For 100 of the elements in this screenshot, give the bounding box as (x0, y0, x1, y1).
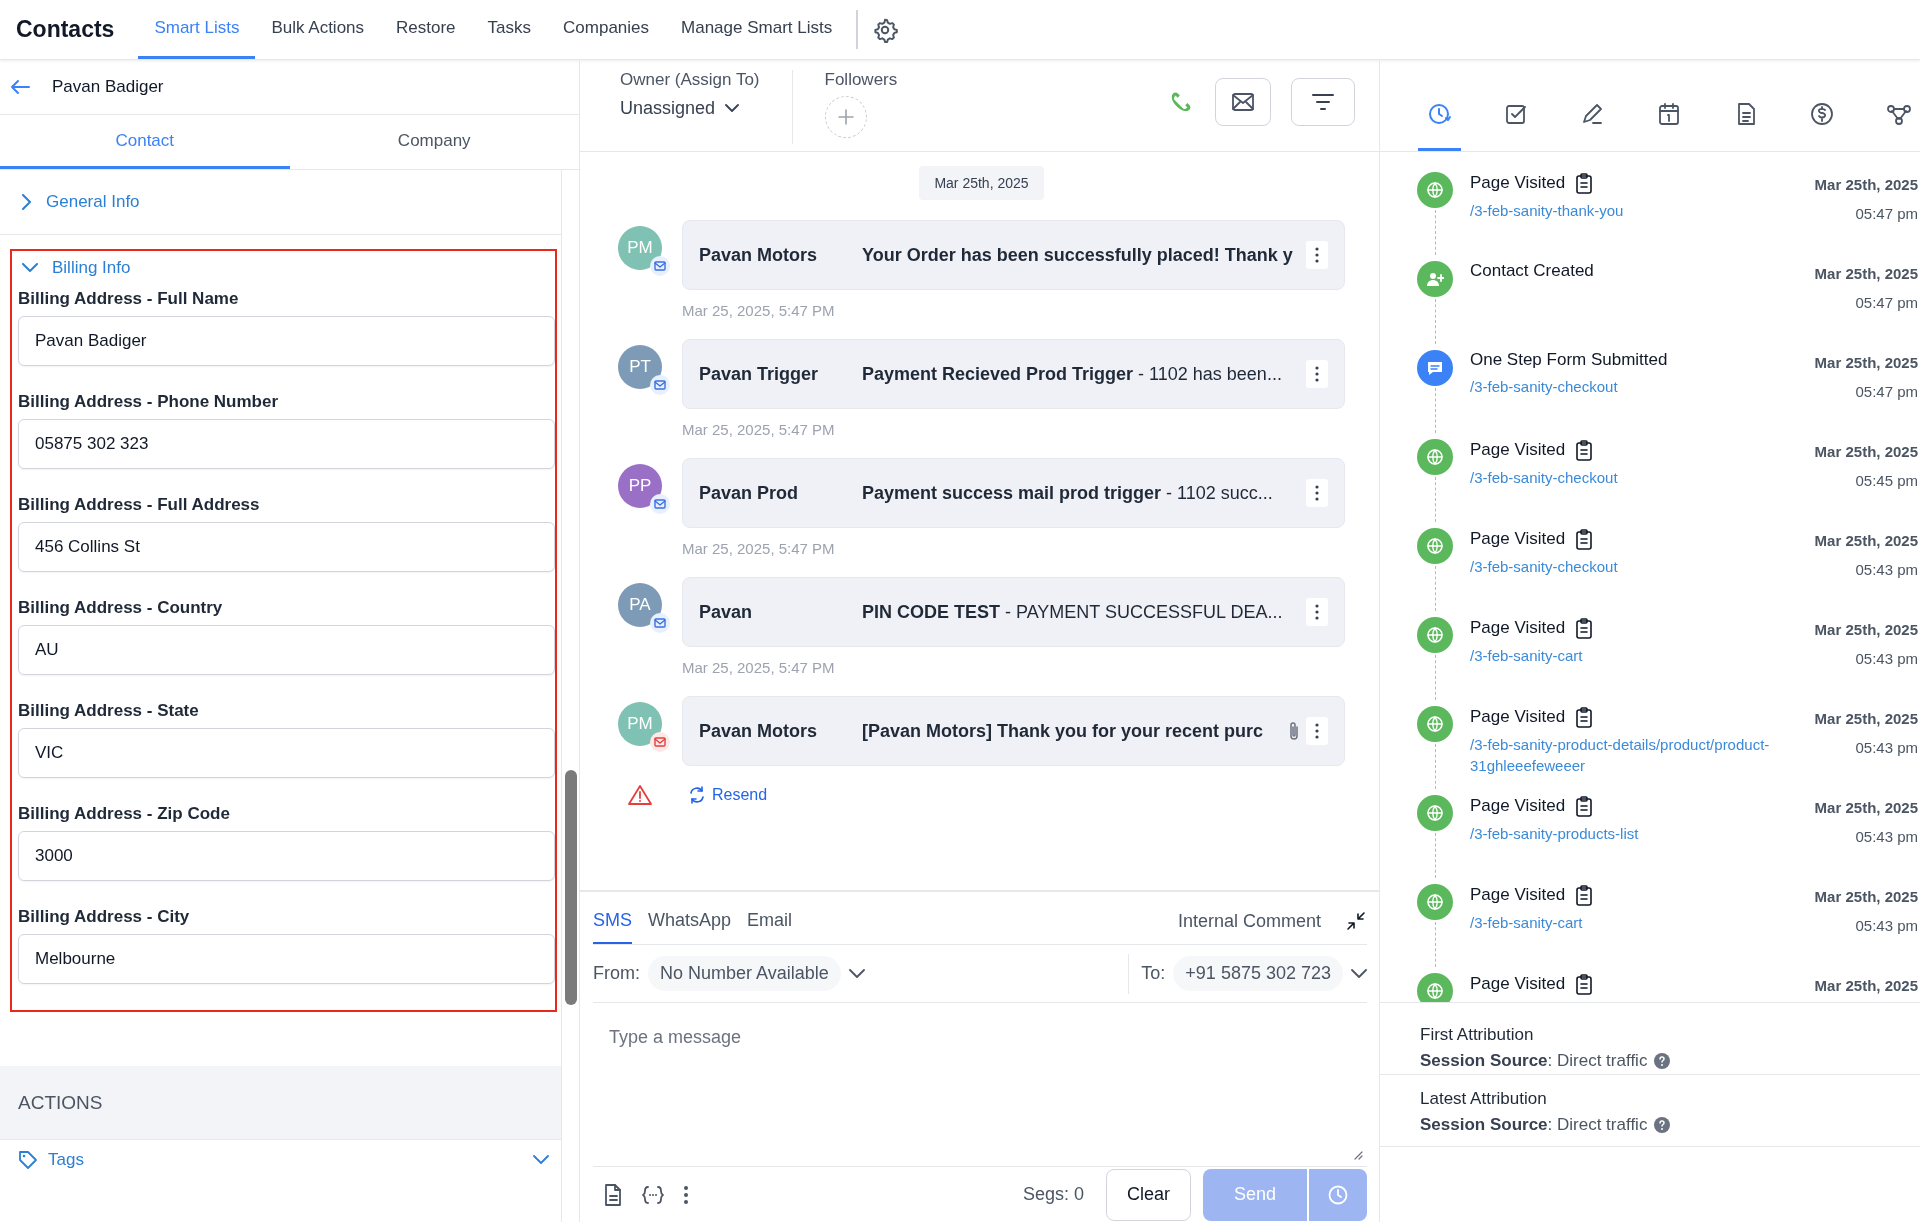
text-field[interactable]: VIC (18, 728, 555, 778)
page-title: Contacts (16, 16, 115, 43)
event-time: 05:43 pm (1855, 560, 1918, 578)
attribution-source: Session Source: Direct traffic (1420, 1051, 1648, 1071)
filter-button[interactable] (1291, 78, 1355, 126)
from-label: From: (593, 963, 640, 984)
followers-label: Followers (824, 70, 898, 90)
collapse-icon[interactable] (1345, 910, 1367, 932)
message-bubble[interactable]: Pavan Trigger Payment Recieved Prod Trigger - 1102 has been... (682, 339, 1345, 409)
event-time: 05:43 pm (1855, 649, 1918, 667)
message-input[interactable]: Type a message (593, 1003, 1367, 1166)
channel-tab[interactable]: Email (747, 892, 793, 944)
owner-label: Owner (Assign To) (620, 70, 760, 90)
page-link[interactable]: /3-feb-sanity-thank-you (1470, 200, 1800, 221)
clipboard-icon (1575, 528, 1594, 550)
settings-icon[interactable] (872, 16, 899, 43)
event-date: Mar 25th, 2025 (1814, 977, 1918, 994)
event-date: Mar 25th, 2025 (1814, 888, 1918, 905)
event-title: Page Visited (1470, 440, 1566, 460)
calendar-icon (1656, 101, 1682, 127)
message-bubble[interactable]: Pavan Motors Your Order has been successfully placed! Thank y (682, 220, 1345, 290)
event-time: 05:43 pm (1855, 827, 1918, 845)
page-link[interactable]: /3-feb-sanity-cart (1470, 912, 1800, 933)
field-label: Billing Address - Full Address (18, 495, 261, 515)
email-button[interactable] (1215, 78, 1271, 126)
globe-icon (1426, 626, 1444, 644)
attribution-title: First Attribution (1420, 1025, 1535, 1045)
section-heading: ACTIONS (0, 1066, 561, 1140)
message-sender: Pavan Trigger (699, 363, 820, 385)
retry-icon (688, 786, 706, 804)
chevron-down-icon[interactable] (1351, 968, 1367, 979)
message-bubble[interactable]: Pavan Prod Payment success mail prod trigger - 1102 succ... (682, 458, 1345, 528)
clipboard-icon (1575, 617, 1594, 639)
page-link[interactable]: /3-feb-sanity-product-details/product/product-31ghleeefeweeer (1470, 734, 1800, 776)
text-field[interactable]: 3000 (18, 831, 555, 881)
section-header[interactable]: General Info (0, 170, 561, 234)
field-label: Billing Address - Phone Number (18, 392, 280, 412)
text-field[interactable]: Melbourne (18, 934, 555, 984)
nav-tab[interactable]: Manage Smart Lists (665, 0, 849, 59)
attribution-source: Session Source: Direct traffic (1420, 1115, 1648, 1135)
field-label: Billing Address - Zip Code (18, 804, 231, 824)
channel-tab[interactable]: WhatsApp (648, 892, 732, 944)
tag-icon (18, 1150, 38, 1170)
channel-tab[interactable]: SMS (593, 892, 632, 944)
text-field[interactable]: Pavan Badiger (18, 316, 555, 366)
activity-tab[interactable] (1418, 101, 1461, 151)
from-number-dropdown[interactable]: No Number Available (648, 956, 841, 991)
chevron-down-icon (22, 263, 38, 273)
message-sender: Pavan Motors (699, 244, 819, 266)
back-arrow-icon[interactable] (10, 79, 30, 95)
scrollbar-thumb[interactable] (565, 770, 577, 1005)
nav-tab[interactable]: Tasks (471, 0, 548, 59)
event-date: Mar 25th, 2025 (1814, 532, 1918, 549)
nav-tab[interactable]: Bulk Actions (255, 0, 381, 59)
message-subject: [Pavan Motors] Thank you for your recent purc (862, 720, 1265, 742)
panel-tab[interactable]: Contact (0, 115, 290, 169)
internal-comment-tab[interactable]: Internal Comment (1177, 892, 1321, 944)
chevron-down-icon[interactable] (848, 968, 865, 979)
message-bubble[interactable]: Pavan Motors [Pavan Motors] Thank you for your recent purc (682, 696, 1345, 766)
event-time: 05:45 pm (1855, 471, 1918, 489)
event-title: Page Visited (1470, 173, 1566, 193)
event-date: Mar 25th, 2025 (1814, 176, 1918, 193)
event-title: Page Visited (1470, 707, 1566, 727)
clipboard-icon (1575, 884, 1594, 906)
page-link[interactable]: /3-feb-sanity-checkout (1470, 467, 1800, 488)
message-subject: Your Order has been successfully placed! Thank y (862, 244, 1294, 266)
nav-tab[interactable]: Restore (380, 0, 472, 59)
message-bubble[interactable]: Pavan PIN CODE TEST - PAYMENT SUCCESSFUL DEA... (682, 577, 1345, 647)
nav-tab[interactable]: Companies (547, 0, 666, 59)
event-time: 05:43 pm (1855, 916, 1918, 934)
message-subject: Payment success mail prod trigger - 1102 succ... (862, 482, 1274, 504)
envelope-icon (654, 618, 666, 628)
document-icon[interactable] (603, 1182, 623, 1207)
filter-icon (1311, 93, 1335, 111)
page-link[interactable]: /3-feb-sanity-cart (1470, 645, 1800, 666)
kebab-icon (1315, 604, 1319, 620)
envelope-icon (654, 499, 666, 509)
page-link[interactable]: /3-feb-sanity-products-list (1470, 823, 1800, 844)
field-label: Billing Address - Country (18, 598, 224, 618)
nav-tab[interactable]: Smart Lists (138, 0, 256, 59)
text-field[interactable]: 05875 302 323 (18, 419, 555, 469)
message-subject: PIN CODE TEST - PAYMENT SUCCESSFUL DEA... (862, 601, 1284, 623)
text-field[interactable]: 456 Collins St (18, 522, 555, 572)
action-item[interactable]: Tags (48, 1150, 84, 1170)
text-field[interactable]: AU (18, 625, 555, 675)
code-braces-icon[interactable] (641, 1184, 665, 1205)
help-icon[interactable] (1653, 1116, 1672, 1134)
resend-link[interactable]: Resend (688, 786, 768, 804)
clear-button[interactable]: Clear (1106, 1168, 1191, 1221)
owner-dropdown[interactable]: Unassigned (620, 98, 760, 119)
help-icon[interactable] (1653, 1052, 1672, 1070)
event-time: 05:43 pm (1855, 738, 1918, 756)
chat-icon (1426, 359, 1444, 377)
section-header[interactable]: Billing Info (12, 251, 555, 285)
kebab-icon[interactable] (683, 1184, 689, 1205)
panel-tab[interactable]: Company (289, 115, 579, 169)
page-link[interactable]: /3-feb-sanity-checkout (1470, 376, 1800, 397)
chevron-down-icon[interactable] (533, 1155, 549, 1165)
to-number-dropdown[interactable]: +91 5875 302 723 (1173, 956, 1343, 991)
page-link[interactable]: /3-feb-sanity-checkout (1470, 556, 1800, 577)
